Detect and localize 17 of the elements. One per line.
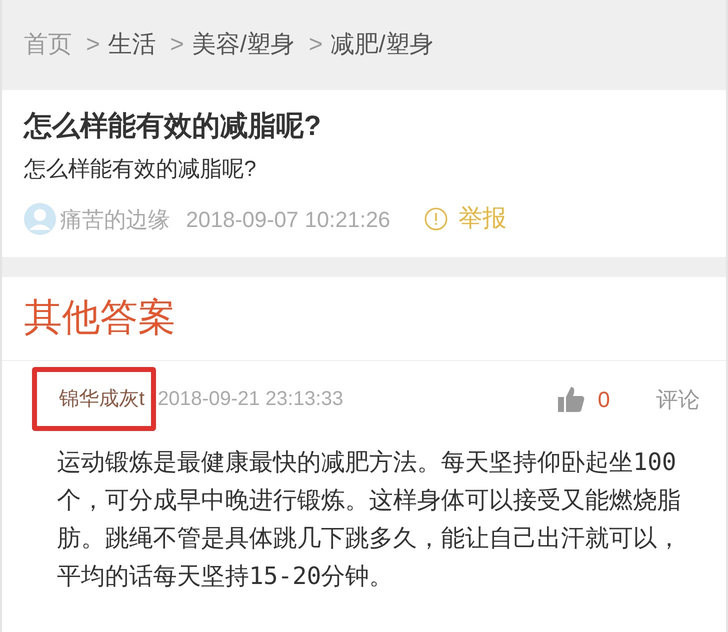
breadcrumb-separator: > [170, 30, 184, 60]
like-count: 0 [598, 386, 610, 414]
question-title: 怎么样能有效的减脂呢? [24, 109, 322, 143]
thumbs-up-icon[interactable] [556, 384, 586, 414]
breadcrumb-link[interactable]: 减肥/塑身 [330, 27, 434, 63]
answer-text: 运动锻炼是最健康最快的减肥方法。每天坚持仰卧起坐100个，可分成早中晚进行锻炼。这样身体可以接受又能燃烧脂肪。跳绳不管是具体跳几下跳多久，能让自己出汗就可以，平均的话每天坚持15-20分钟。 [56, 447, 682, 592]
avatar-icon [24, 203, 56, 235]
breadcrumb-separator: > [86, 30, 100, 60]
breadcrumb-link[interactable]: 生活 [108, 27, 156, 63]
question-body: 怎么样能有效的减脂呢? [24, 155, 258, 183]
breadcrumb-separator: > [308, 30, 323, 60]
section-heading: 其他答案 [2, 277, 726, 361]
warning-icon [424, 207, 448, 231]
breadcrumb-link[interactable]: 美容/塑身 [192, 27, 295, 63]
answer-author[interactable]: 锦华成灰t [32, 367, 156, 431]
answer-time: 2018-09-21 23:13:33 [158, 387, 344, 412]
post-time: 2018-09-07 10:21:26 [186, 206, 390, 234]
